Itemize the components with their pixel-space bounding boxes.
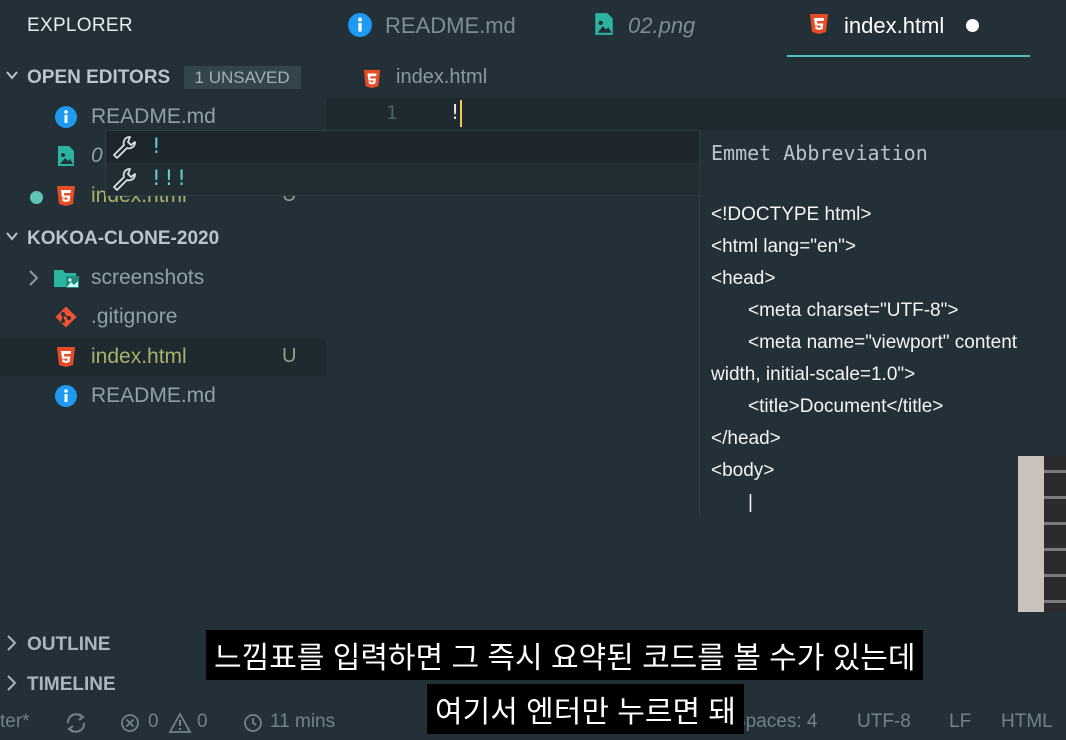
line-ending[interactable]: LF	[949, 711, 971, 733]
file-label: .gitignore	[91, 305, 178, 328]
file-label: 0	[91, 144, 103, 167]
timeline-header[interactable]: TIMELINE	[7, 674, 116, 696]
caption-line-2: 여기서 엔터만 누르면 돼	[427, 684, 745, 734]
git-icon	[55, 306, 77, 328]
unsaved-badge: 1 UNSAVED	[183, 66, 301, 89]
html5-icon	[808, 12, 830, 41]
outline-label: OUTLINE	[27, 634, 111, 655]
warning-icon[interactable]	[168, 712, 192, 740]
indentation[interactable]: Spaces: 4	[733, 711, 818, 733]
file-gitignore[interactable]: .gitignore	[0, 298, 326, 336]
info-icon	[55, 106, 77, 128]
history-icon[interactable]	[241, 712, 265, 740]
project-label: KOKOA-CLONE-2020	[27, 228, 220, 249]
caption-line-1: 느낌표를 입력하면 그 즉시 요약된 코드를 볼 수가 있는데	[206, 630, 924, 680]
breadcrumb[interactable]: index.html	[396, 66, 487, 89]
explorer-title: EXPLORER	[27, 15, 133, 36]
suggest-item[interactable]: !!!	[106, 163, 700, 195]
suggest-widget: ! !!!	[105, 130, 701, 196]
sync-icon[interactable]	[64, 712, 88, 740]
image-icon	[592, 12, 616, 41]
tab-label: index.html	[844, 13, 945, 38]
unsaved-dot	[30, 191, 43, 204]
tab-index-html[interactable]: index.html	[787, 0, 1030, 57]
tab-label: README.md	[385, 13, 516, 38]
file-label: README.md	[91, 105, 216, 128]
language-mode[interactable]: HTML	[1001, 711, 1053, 733]
preview-line: width, initial-scale=1.0">	[711, 364, 916, 385]
encoding[interactable]: UTF-8	[857, 711, 911, 733]
open-editors-label: OPEN EDITORS	[27, 67, 171, 88]
file-readme[interactable]: README.md	[0, 377, 326, 415]
text-cursor	[460, 100, 462, 127]
folder-screenshots[interactable]: screenshots	[0, 259, 326, 297]
suggest-item[interactable]: !	[106, 131, 700, 163]
html5-icon	[362, 68, 382, 95]
preview-line: </head>	[711, 428, 781, 449]
untracked-status: U	[282, 345, 297, 367]
file-index-html[interactable]: index.html U	[0, 338, 326, 376]
html5-icon	[55, 185, 77, 207]
unsaved-dot[interactable]	[966, 19, 979, 32]
html5-icon	[55, 346, 77, 368]
image-icon	[55, 145, 77, 167]
wrench-icon	[110, 166, 138, 192]
time-tracker[interactable]: 11 mins	[270, 711, 335, 733]
preview-line: <title>Document</title>	[748, 396, 944, 417]
wrench-icon	[110, 134, 138, 160]
preview-line: <!DOCTYPE html>	[711, 204, 872, 225]
preview-line: |	[748, 492, 753, 513]
project-header[interactable]: KOKOA-CLONE-2020	[6, 228, 220, 250]
current-line-highlight	[326, 98, 1066, 130]
preview-line: <head>	[711, 268, 776, 289]
suggest-label: !!!	[150, 166, 188, 190]
webcam-thumbnail	[1018, 456, 1066, 612]
warning-count[interactable]: 0	[197, 711, 208, 733]
details-title: Emmet Abbreviation	[711, 141, 928, 165]
file-label: screenshots	[91, 266, 205, 289]
timeline-label: TIMELINE	[27, 674, 116, 695]
outline-header[interactable]: OUTLINE	[7, 634, 111, 656]
file-label: index.html	[91, 345, 187, 368]
preview-line: <meta charset="UTF-8">	[748, 300, 959, 321]
open-editors-header[interactable]: OPEN EDITORS 1 UNSAVED	[6, 66, 301, 89]
chevron-right-icon	[26, 269, 40, 292]
preview-line: <body>	[711, 460, 775, 481]
info-icon	[348, 13, 372, 42]
line-number: 1	[386, 102, 398, 124]
image-folder-icon	[53, 267, 81, 289]
error-count[interactable]: 0	[148, 711, 159, 733]
tab-readme[interactable]: README.md	[346, 0, 546, 57]
preview-line: <meta name="viewport" content	[748, 332, 1018, 353]
active-tab-indicator	[787, 55, 1030, 57]
chevron-right-icon	[4, 634, 18, 658]
tab-image[interactable]: 02.png	[590, 0, 760, 57]
chevron-down-icon	[4, 67, 20, 89]
status-left-text[interactable]: ter*	[0, 711, 30, 733]
file-label: README.md	[91, 384, 216, 407]
explorer-sidebar: EXPLORER OPEN EDITORS 1 UNSAVED README.m…	[0, 0, 326, 706]
chevron-down-icon	[4, 228, 20, 250]
chevron-right-icon	[4, 674, 18, 698]
info-icon	[55, 385, 77, 407]
suggest-details-panel: Emmet Abbreviation <!DOCTYPE html> <html…	[699, 130, 1066, 518]
tab-label: 02.png	[628, 13, 696, 38]
preview-line: <html lang="en">	[711, 236, 857, 257]
error-icon[interactable]	[120, 713, 140, 739]
suggest-label: !	[150, 134, 163, 158]
